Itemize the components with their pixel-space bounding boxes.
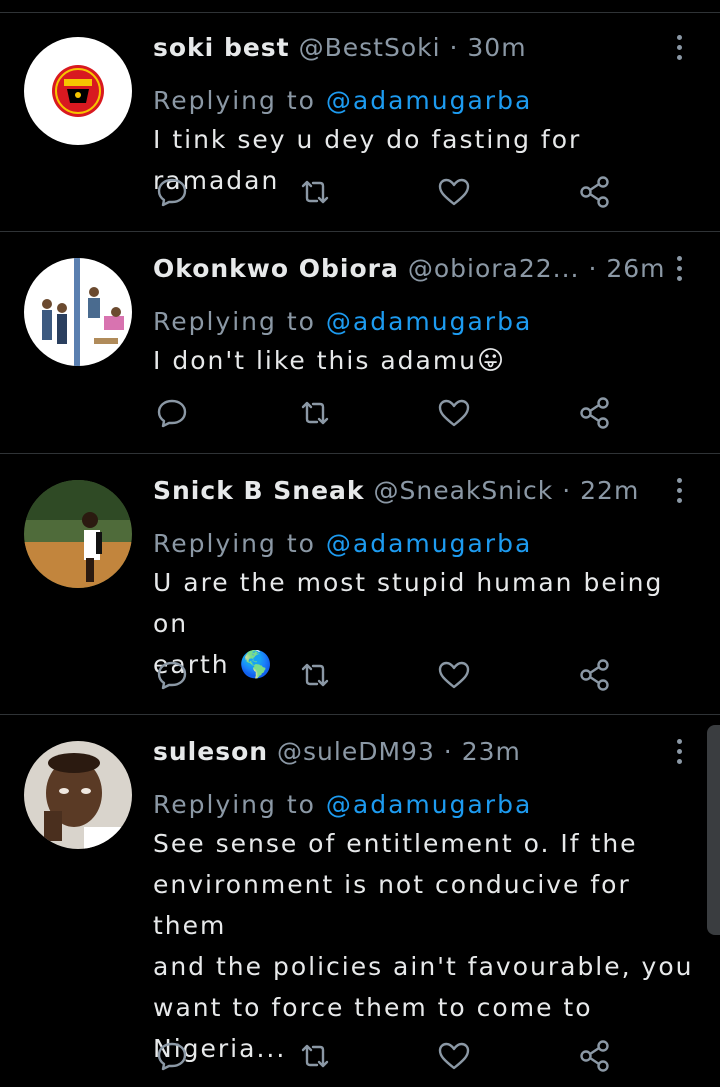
tweet-text-line: I don't like this adamu😛 xyxy=(153,346,507,376)
timestamp[interactable]: 26m xyxy=(606,254,665,283)
mention-link[interactable]: @adamugarba xyxy=(326,790,532,819)
person-photo-icon xyxy=(24,480,132,588)
tweet-header: suleson @suleDM93 · 23m xyxy=(153,737,521,771)
retweet-icon[interactable] xyxy=(297,395,333,431)
retweet-icon[interactable] xyxy=(297,657,333,693)
tweet-actions xyxy=(0,174,720,214)
mention-link[interactable]: @adamugarba xyxy=(326,307,532,336)
tweet-soki-best[interactable]: soki best @BestSoki · 30m Replying to @a… xyxy=(0,13,720,232)
tweet-divider xyxy=(0,714,720,715)
replying-to-label: Replying to xyxy=(153,86,316,115)
separator-dot: · xyxy=(588,254,598,283)
tweet-actions xyxy=(0,657,720,697)
avatar[interactable] xyxy=(24,258,132,366)
share-icon[interactable] xyxy=(577,657,613,693)
manchester-united-crest-icon xyxy=(24,37,132,145)
like-icon[interactable] xyxy=(436,657,472,693)
replying-to: Replying to @adamugarba xyxy=(153,790,532,819)
retweet-icon[interactable] xyxy=(297,174,333,210)
separator-dot: · xyxy=(449,33,459,62)
share-icon[interactable] xyxy=(577,1038,613,1074)
user-handle[interactable]: @SneakSnick xyxy=(374,476,554,505)
tweet-divider xyxy=(0,231,720,232)
more-icon[interactable] xyxy=(672,739,686,769)
display-name[interactable]: Snick B Sneak xyxy=(153,476,365,505)
share-icon[interactable] xyxy=(577,174,613,210)
tweet-header: soki best @BestSoki · 30m xyxy=(153,33,527,67)
selfie-photo-icon xyxy=(24,741,132,849)
tweet-text: See sense of entitlement o. If the envir… xyxy=(153,823,698,1069)
replying-to-label: Replying to xyxy=(153,529,316,558)
tweet-text-line: and the policies ain't favourable, you xyxy=(153,952,694,981)
user-handle[interactable]: @suleDM93 xyxy=(277,737,435,766)
mention-link[interactable]: @adamugarba xyxy=(326,529,532,558)
replying-to-label: Replying to xyxy=(153,307,316,336)
replying-to: Replying to @adamugarba xyxy=(153,86,532,115)
tongue-out-emoji: 😛 xyxy=(477,346,507,376)
like-icon[interactable] xyxy=(436,174,472,210)
like-icon[interactable] xyxy=(436,395,472,431)
tweet-header: Snick B Sneak @SneakSnick · 22m xyxy=(153,476,639,510)
avatar[interactable] xyxy=(24,480,132,588)
more-icon[interactable] xyxy=(672,35,686,65)
mention-link[interactable]: @adamugarba xyxy=(326,86,532,115)
timestamp[interactable]: 22m xyxy=(580,476,639,505)
tweet-divider xyxy=(0,453,720,454)
tweet-snick-b-sneak[interactable]: Snick B Sneak @SneakSnick · 22m Replying… xyxy=(0,456,720,715)
replying-to-label: Replying to xyxy=(153,790,316,819)
reply-icon[interactable] xyxy=(154,174,190,210)
tweet-text-line: See sense of entitlement o. If the xyxy=(153,829,638,858)
tweet-actions xyxy=(0,1038,720,1078)
retweet-icon[interactable] xyxy=(297,1038,333,1074)
tweet-suleson[interactable]: suleson @suleDM93 · 23m Replying to @ada… xyxy=(0,717,720,1087)
timestamp[interactable]: 23m xyxy=(462,737,521,766)
tweet-header: Okonkwo Obiora @obiora22... · 26m xyxy=(153,254,666,288)
tweet-text: I don't like this adamu😛 xyxy=(153,340,698,382)
more-icon[interactable] xyxy=(672,478,686,508)
display-name[interactable]: soki best xyxy=(153,33,290,62)
replying-to: Replying to @adamugarba xyxy=(153,529,532,558)
display-name[interactable]: suleson xyxy=(153,737,268,766)
reply-icon[interactable] xyxy=(154,657,190,693)
more-icon[interactable] xyxy=(672,256,686,286)
timestamp[interactable]: 30m xyxy=(467,33,526,62)
separator-dot: · xyxy=(562,476,572,505)
cartoon-illustration-icon xyxy=(24,258,132,366)
tweet-okonkwo-obiora[interactable]: Okonkwo Obiora @obiora22... · 26m Replyi… xyxy=(0,234,720,454)
like-icon[interactable] xyxy=(436,1038,472,1074)
display-name[interactable]: Okonkwo Obiora xyxy=(153,254,399,283)
tweet-text-line: U are the most stupid human being on xyxy=(153,568,664,638)
reply-icon[interactable] xyxy=(154,395,190,431)
user-handle[interactable]: @obiora22... xyxy=(408,254,580,283)
user-handle[interactable]: @BestSoki xyxy=(299,33,441,62)
avatar[interactable] xyxy=(24,741,132,849)
separator-dot: · xyxy=(443,737,453,766)
scrollbar-thumb[interactable] xyxy=(707,725,720,935)
replying-to: Replying to @adamugarba xyxy=(153,307,532,336)
avatar[interactable] xyxy=(24,37,132,145)
tweet-text-line: environment is not conducive for them xyxy=(153,870,631,940)
share-icon[interactable] xyxy=(577,395,613,431)
reply-icon[interactable] xyxy=(154,1038,190,1074)
tweet-actions xyxy=(0,395,720,435)
tweet-text-line: want to force them to come to xyxy=(153,993,593,1022)
